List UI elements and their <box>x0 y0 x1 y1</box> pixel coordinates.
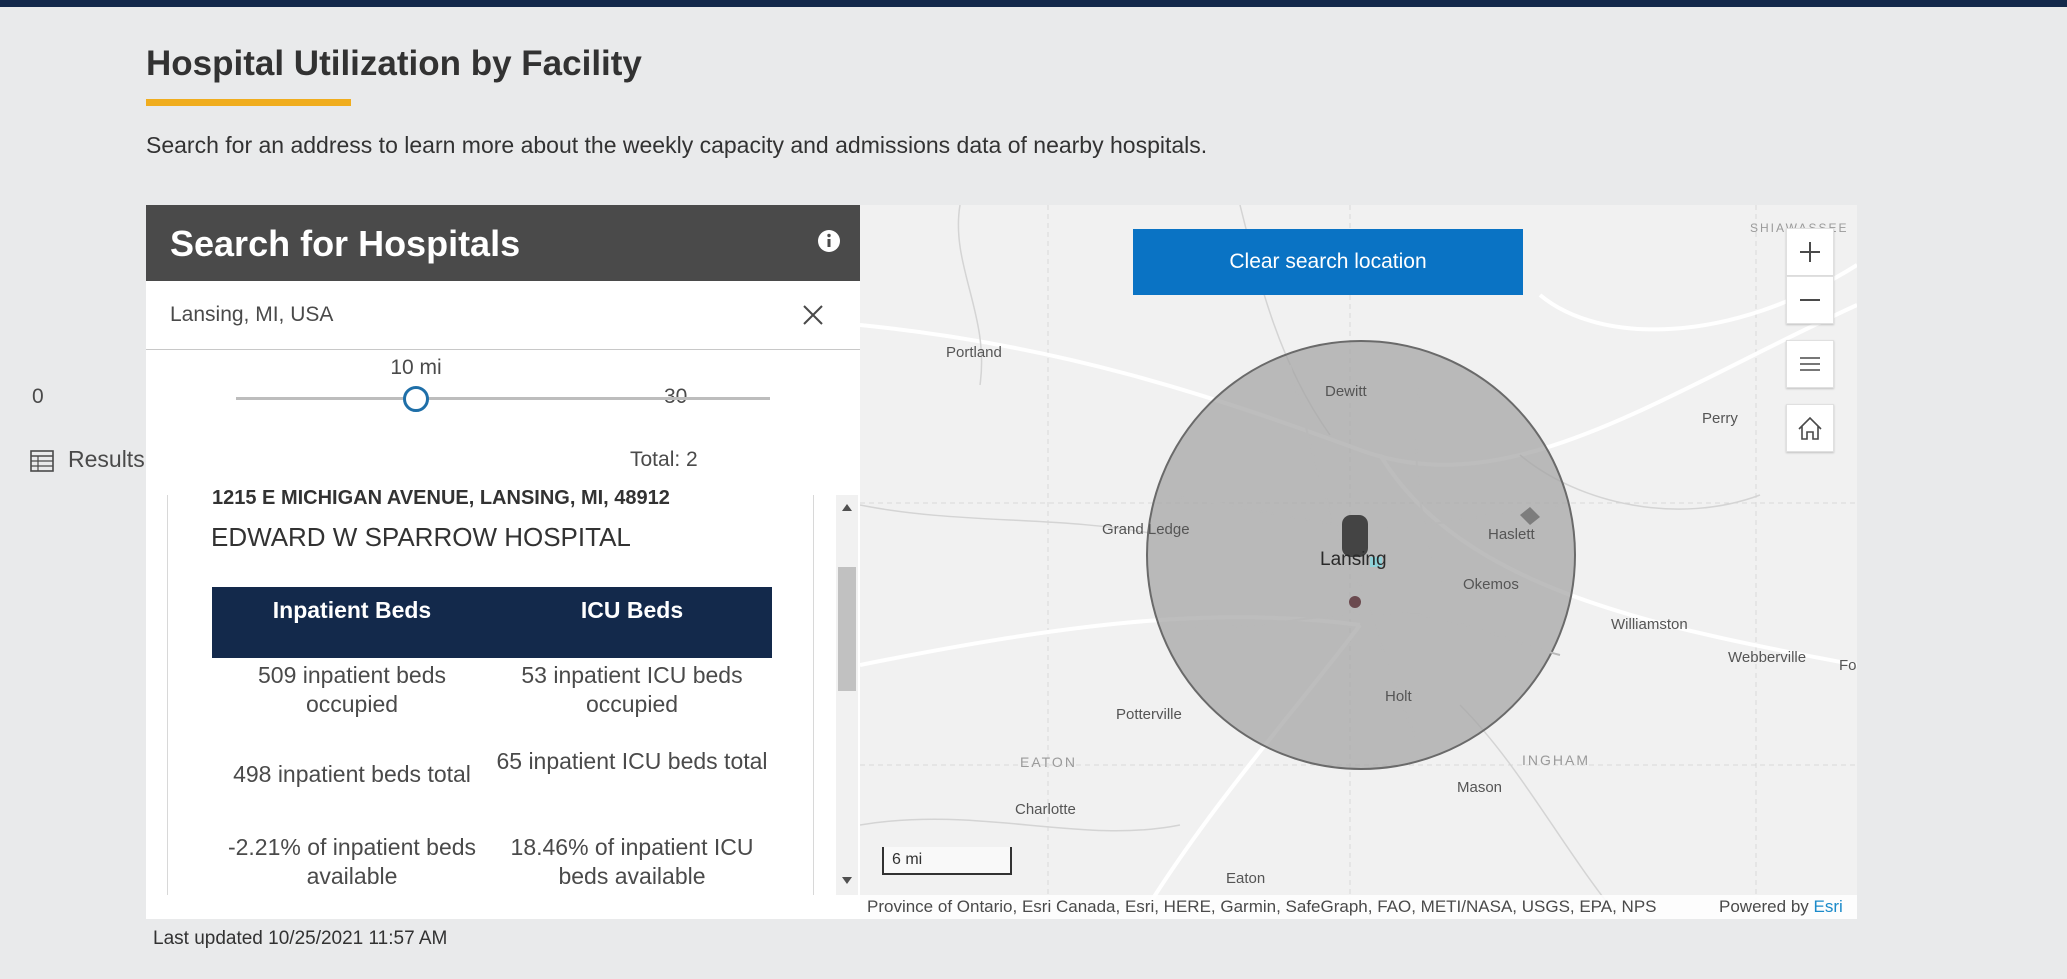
results-total: Total: 2 <box>630 448 698 471</box>
hospital-address: 1215 E MICHIGAN AVENUE, LANSING, MI, 489… <box>212 487 670 509</box>
last-updated: Last updated 10/25/2021 11:57 AM <box>153 928 448 949</box>
scale-bar-label: 6 mi <box>892 851 923 868</box>
map-label: Okemos <box>1463 576 1519 593</box>
map-label: Eaton <box>1226 870 1266 887</box>
column-header-icu: ICU Beds <box>580 597 684 623</box>
scrollbar[interactable] <box>836 495 858 895</box>
search-input[interactable] <box>170 281 750 349</box>
close-icon[interactable] <box>801 303 825 327</box>
title-underline <box>146 99 351 106</box>
zoom-in-button[interactable] <box>1786 228 1834 276</box>
home-button[interactable] <box>1786 404 1834 452</box>
scale-bar: 6 mi <box>882 847 1012 875</box>
slider-thumb[interactable] <box>403 386 429 412</box>
slider-track[interactable] <box>236 397 770 400</box>
map-label: Portland <box>946 344 1002 361</box>
map-region-label: INGHAM <box>1522 752 1590 768</box>
map-label: Grand Ledge <box>1102 521 1190 538</box>
map-label: Charlotte <box>1015 801 1076 818</box>
zoom-in-icon <box>1800 242 1820 262</box>
home-icon <box>1798 416 1822 440</box>
scrollbar-thumb[interactable] <box>838 567 856 691</box>
panel-title: Search for Hospitals <box>170 223 521 264</box>
map-attribution: Province of Ontario, Esri Canada, Esri, … <box>867 897 1657 916</box>
table-cell: 53 inpatient ICU beds occupied <box>521 662 743 717</box>
zoom-out-icon <box>1800 299 1820 301</box>
top-bar <box>0 0 2067 7</box>
slider-value-label: 10 mi <box>390 356 442 379</box>
clear-search-location-button[interactable]: Clear search location <box>1133 229 1523 295</box>
map-label: Potterville <box>1116 706 1182 723</box>
map-label: Webberville <box>1728 649 1807 666</box>
column-header-inpatient: Inpatient Beds <box>272 597 432 623</box>
slider-min-label: 0 <box>32 385 44 408</box>
table-cell: 18.46% of inpatient ICU beds available <box>510 834 754 889</box>
map-label: Perry <box>1702 410 1738 427</box>
map-label: Haslett <box>1488 526 1535 543</box>
results-label: Results <box>68 446 145 472</box>
scroll-up-arrow-icon[interactable] <box>842 504 852 511</box>
zoom-out-button[interactable] <box>1786 276 1834 324</box>
card-border <box>167 495 168 895</box>
map-region-label: EATON <box>1020 754 1077 770</box>
hospital-name: EDWARD W SPARROW HOSPITAL <box>211 522 631 552</box>
esri-link[interactable]: Esri <box>1814 897 1843 916</box>
map-label: Mason <box>1457 779 1503 796</box>
map-label: Williamston <box>1611 616 1688 633</box>
page-subtitle: Search for an address to learn more abou… <box>146 132 1208 158</box>
scroll-down-arrow-icon[interactable] <box>842 877 852 884</box>
powered-by-label: Powered by <box>1719 897 1809 916</box>
table-cell: -2.21% of inpatient beds available <box>227 834 477 889</box>
table-cell: 65 inpatient ICU beds total <box>496 748 768 774</box>
map-label: Dewitt <box>1325 383 1367 400</box>
map-label-lansing: Lansing <box>1320 549 1387 570</box>
map-label: Holt <box>1385 688 1412 705</box>
table-cell: 498 inpatient beds total <box>233 761 471 787</box>
search-row <box>146 281 860 350</box>
panel-header: Search for Hospitals <box>146 205 860 281</box>
info-icon[interactable] <box>817 229 841 253</box>
page-title: Hospital Utilization by Facility <box>146 44 642 83</box>
table-cell: 509 inpatient beds occupied <box>258 662 446 717</box>
layer-list-button[interactable] <box>1786 340 1834 388</box>
map-view[interactable]: Portland Dewitt Perry Grand Ledge Lansin… <box>860 205 1857 919</box>
list-icon <box>1800 357 1820 371</box>
card-border <box>813 495 814 895</box>
powered-by: Powered by Esri <box>1719 897 1843 917</box>
table-icon <box>30 450 54 472</box>
map-label: Fo <box>1839 657 1857 674</box>
